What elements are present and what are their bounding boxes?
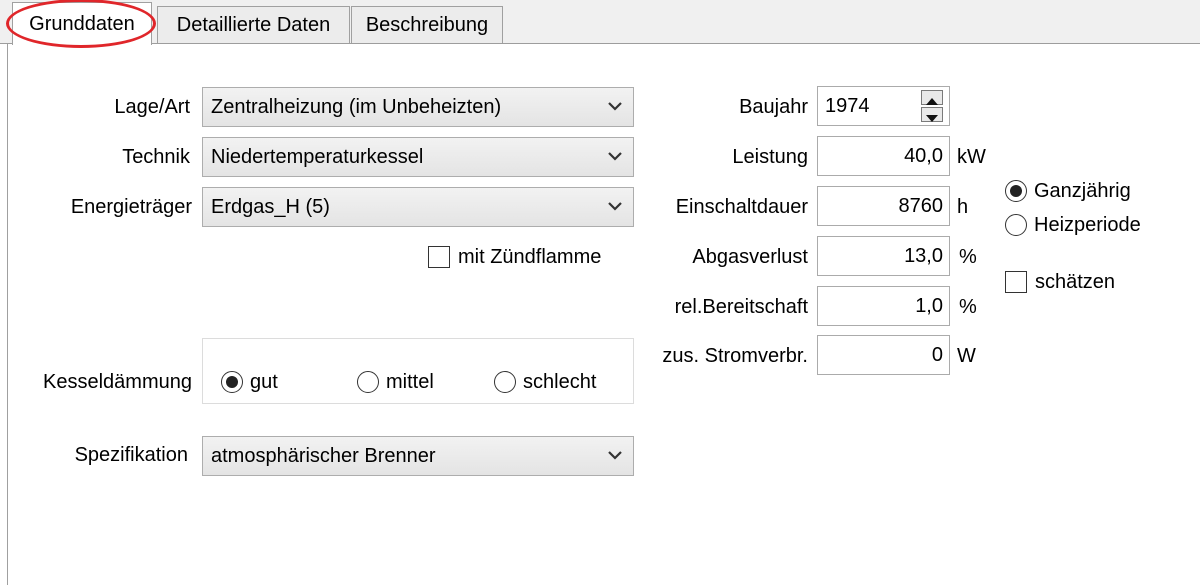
bereit-unit: % [959,296,977,318]
energie-select[interactable]: Erdgas_H (5) [202,187,634,227]
heizperiode-radio[interactable] [1005,214,1027,236]
leistung-unit: kW [957,146,986,168]
technik-value: Niedertemperaturkessel [211,145,424,168]
spez-select[interactable]: atmosphärischer Brenner [202,436,634,476]
ganzjaehrig-radio[interactable] [1005,180,1027,202]
lage-value: Zentralheizung (im Unbeheizten) [211,95,502,118]
ganzjaehrig-label: Ganzjährig [1034,180,1131,202]
chevron-down-icon [608,202,622,211]
abgas-unit: % [959,246,977,268]
bereit-label: rel.Bereitschaft [674,296,808,318]
baujahr-stepper[interactable]: 1974 [817,86,950,126]
strom-field[interactable]: 0 [817,335,950,375]
spin-down-button[interactable] [921,107,943,122]
kessel-radio-group: gut mittel schlecht [202,338,634,404]
chevron-down-icon [608,451,622,460]
kessel-schlecht-label: schlecht [523,371,597,393]
tab-beschreibung[interactable]: Beschreibung [351,6,503,43]
tab-detaillierte-daten[interactable]: Detaillierte Daten [157,6,350,43]
spez-value: atmosphärischer Brenner [211,444,436,467]
schaetzen-checkbox[interactable] [1005,271,1027,293]
baujahr-value: 1974 [825,94,870,117]
kessel-schlecht-radio[interactable] [494,371,516,393]
kessel-gut-radio[interactable] [221,371,243,393]
strom-unit: W [957,345,976,367]
einschalt-field[interactable]: 8760 [817,186,950,226]
kessel-label: Kesseldämmung [43,371,192,393]
chevron-down-icon [608,102,622,111]
lage-select[interactable]: Zentralheizung (im Unbeheizten) [202,87,634,127]
kessel-mittel-radio[interactable] [357,371,379,393]
spez-label: Spezifikation [74,444,188,466]
schaetzen-label: schätzen [1035,271,1116,293]
abgas-label: Abgasverlust [692,246,808,268]
baujahr-label: Baujahr [739,96,808,118]
zuendflamme-label: mit Zündflamme [458,246,602,268]
zuendflamme-checkbox[interactable] [428,246,450,268]
spin-up-button[interactable] [921,90,943,105]
baujahr-spinner [921,90,943,122]
kessel-gut-label: gut [250,371,278,393]
energie-label: Energieträger [70,196,192,218]
leistung-label: Leistung [732,146,808,168]
bereit-field[interactable]: 1,0 [817,286,950,326]
lage-label: Lage/Art [114,96,190,118]
technik-label: Technik [122,146,190,168]
strom-label: zus. Stromverbr. [662,345,808,367]
kessel-mittel-label: mittel [386,371,434,393]
energie-value: Erdgas_H (5) [211,195,330,218]
chevron-down-icon [608,152,622,161]
tab-grunddaten[interactable]: Grunddaten [12,2,152,45]
abgas-field[interactable]: 13,0 [817,236,950,276]
tab-strip: Grunddaten Detaillierte Daten Beschreibu… [0,0,1200,48]
heizperiode-label: Heizperiode [1034,214,1141,236]
leistung-field[interactable]: 40,0 [817,136,950,176]
einschalt-label: Einschaltdauer [675,196,808,218]
technik-select[interactable]: Niedertemperaturkessel [202,137,634,177]
triangle-down-icon [926,115,938,122]
einschalt-unit: h [957,196,969,218]
